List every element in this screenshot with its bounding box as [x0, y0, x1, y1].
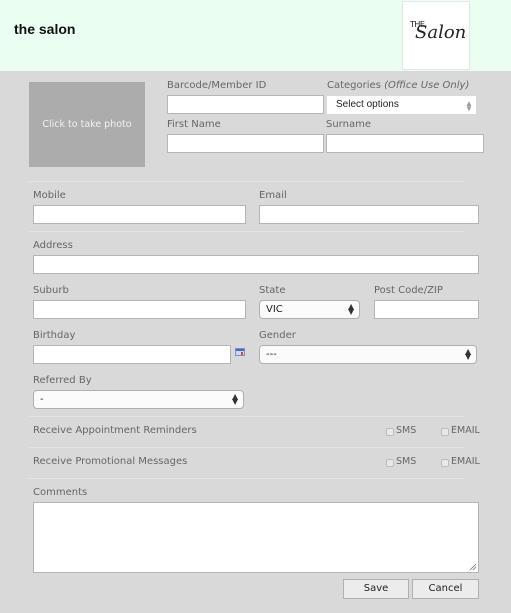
- cancel-button[interactable]: Cancel: [412, 579, 479, 599]
- address-input[interactable]: [33, 255, 479, 274]
- categories-select[interactable]: Select options ▲ ▼: [327, 96, 476, 114]
- logo-main-text: Salon: [415, 22, 467, 43]
- app-title: the salon: [14, 21, 76, 37]
- barcode-input[interactable]: [167, 95, 324, 114]
- first-name-input[interactable]: [167, 134, 324, 153]
- divider: [27, 181, 465, 182]
- save-button[interactable]: Save: [343, 579, 409, 599]
- surname-label: Surname: [326, 119, 371, 130]
- birthday-input[interactable]: [33, 345, 231, 364]
- gender-selected-value: ---: [266, 349, 277, 360]
- comments-textarea[interactable]: [33, 502, 479, 573]
- state-select[interactable]: VIC ▲ ▼: [259, 300, 360, 319]
- first-name-label: First Name: [167, 119, 221, 130]
- gender-label: Gender: [259, 330, 296, 341]
- comments-label: Comments: [33, 487, 88, 498]
- appointment-sms-label: SMS: [396, 425, 417, 436]
- postcode-input[interactable]: [374, 300, 479, 319]
- calendar-icon[interactable]: [235, 348, 245, 356]
- divider: [27, 231, 465, 232]
- surname-input[interactable]: [326, 134, 484, 153]
- categories-label: Categories (Office Use Only): [327, 80, 469, 91]
- resize-handle-icon[interactable]: [470, 564, 476, 570]
- barcode-label: Barcode/Member ID: [167, 80, 267, 91]
- appointment-email-checkbox[interactable]: [441, 428, 449, 436]
- postcode-label: Post Code/ZIP: [374, 285, 443, 296]
- salon-logo: THE Salon: [402, 1, 470, 70]
- promotional-email-checkbox[interactable]: [441, 459, 449, 467]
- email-label: Email: [259, 190, 287, 201]
- divider: [27, 416, 465, 417]
- divider: [27, 447, 465, 448]
- suburb-input[interactable]: [33, 300, 246, 319]
- referred-by-select[interactable]: - ▲ ▼: [33, 390, 244, 409]
- promotional-sms-label: SMS: [396, 456, 417, 467]
- mobile-input[interactable]: [33, 205, 246, 224]
- take-photo-button[interactable]: Click to take photo: [29, 82, 145, 167]
- mobile-label: Mobile: [33, 190, 66, 201]
- header: the salon THE Salon: [0, 0, 511, 71]
- state-label: State: [259, 285, 286, 296]
- categories-label-text: Categories: [327, 80, 381, 91]
- referred-by-selected-value: -: [40, 394, 44, 405]
- divider: [27, 478, 465, 479]
- chevron-updown-icon: ▲ ▼: [465, 99, 473, 113]
- gender-select[interactable]: --- ▲ ▼: [259, 345, 477, 364]
- promotional-messages-label: Receive Promotional Messages: [33, 456, 188, 467]
- appointment-reminders-label: Receive Appointment Reminders: [33, 425, 197, 436]
- suburb-label: Suburb: [33, 285, 69, 296]
- email-input[interactable]: [259, 205, 479, 224]
- chevron-updown-icon: ▲ ▼: [232, 392, 239, 406]
- chevron-updown-icon: ▲ ▼: [348, 302, 355, 316]
- promotional-email-label: EMAIL: [451, 456, 480, 467]
- state-selected-value: VIC: [266, 304, 283, 315]
- appointment-email-label: EMAIL: [451, 425, 480, 436]
- chevron-updown-icon: ▲ ▼: [465, 347, 472, 361]
- categories-label-note: (Office Use Only): [384, 80, 470, 91]
- appointment-sms-checkbox[interactable]: [386, 428, 394, 436]
- take-photo-label: Click to take photo: [42, 119, 132, 130]
- referred-by-label: Referred By: [33, 375, 92, 386]
- categories-selected-value: Select options: [336, 99, 399, 110]
- promotional-sms-checkbox[interactable]: [386, 459, 394, 467]
- address-label: Address: [33, 240, 73, 251]
- birthday-label: Birthday: [33, 330, 76, 341]
